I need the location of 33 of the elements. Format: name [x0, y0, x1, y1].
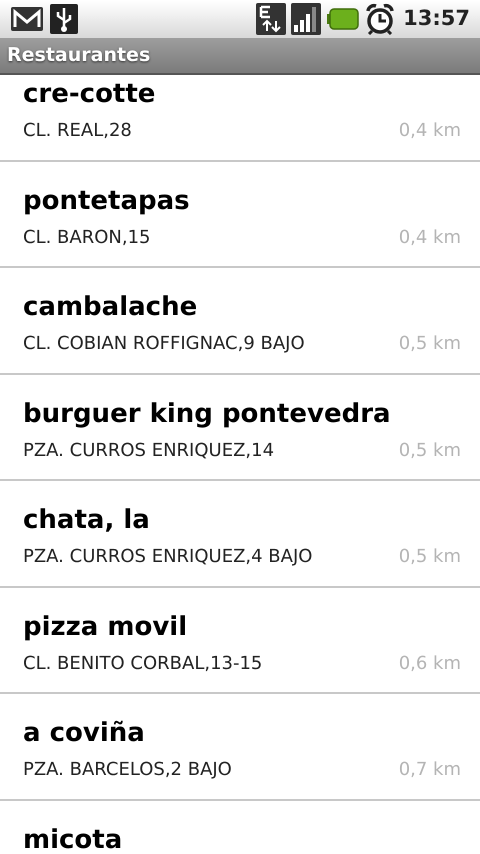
restaurant-name: cambalache [23, 291, 198, 324]
restaurant-distance: 0,5 km [398, 438, 461, 462]
restaurant-name: pizza movil [23, 610, 188, 644]
restaurant-distance: 0,7 km [398, 758, 461, 782]
restaurant-distance: 0,4 km [398, 226, 461, 250]
restaurant-distance: 0,5 km [398, 545, 461, 569]
network-icon [256, 3, 286, 35]
restaurant-name: micota [23, 824, 122, 852]
restaurant-row[interactable]: pizza movil CL. BENITO CORBAL,13-15 0,6 km [0, 588, 480, 694]
clock-time: 13:57 [403, 5, 470, 32]
restaurant-name: burguer king pontevedra [23, 398, 391, 430]
app-title: Restaurantes [7, 43, 150, 68]
restaurant-row[interactable]: burguer king pontevedra PZA. CURROS ENRIQUEZ,14 0,5 km [0, 374, 480, 481]
restaurant-name: chata, la [23, 504, 150, 537]
restaurant-address: PZA. CURROS ENRIQUEZ,4 BAJO [23, 545, 312, 569]
restaurant-address: CL. BARON,15 [23, 226, 150, 250]
restaurant-address: CL. COBIAN ROFFIGNAC,9 BAJO [23, 332, 305, 356]
restaurant-address: PZA. CURROS ENRIQUEZ,14 [23, 438, 274, 462]
mail-icon [10, 6, 44, 32]
restaurant-address: CL. REAL,28 [23, 119, 132, 143]
restaurant-address: PZA. BARCELOS,2 BAJO [23, 758, 232, 782]
restaurant-name: cre-cotte [23, 78, 156, 111]
usb-icon [50, 4, 78, 34]
restaurant-distance: 0,5 km [398, 332, 461, 356]
signal-icon [291, 3, 322, 35]
battery-icon [327, 8, 360, 30]
alarm-clock-icon [365, 3, 396, 35]
restaurant-name: pontetapas [23, 184, 190, 218]
restaurant-row[interactable]: pontetapas CL. BARON,15 0,4 km [0, 162, 480, 268]
restaurant-distance: 0,4 km [398, 119, 461, 143]
restaurant-address: CL. BENITO CORBAL,13-15 [23, 652, 262, 676]
restaurant-name: a coviña [23, 717, 145, 750]
restaurant-distance: 0,6 km [398, 652, 461, 676]
